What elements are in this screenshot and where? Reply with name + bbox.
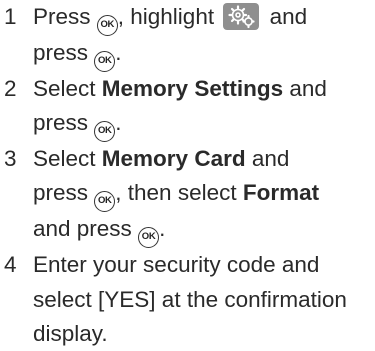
settings-gear-icon <box>223 3 260 30</box>
step-line: Press OK, highlight and <box>33 0 375 36</box>
step-text: Select <box>33 146 102 172</box>
step-text: and <box>283 76 327 101</box>
step-text: and <box>245 146 290 172</box>
step-line: press OK, then select Format <box>33 176 375 213</box>
step-text: , highlight <box>117 4 221 29</box>
step-text: press <box>33 110 95 136</box>
menu-item-name: Memory Card <box>101 146 246 172</box>
step-text: press <box>33 40 95 65</box>
step-text: press <box>33 180 95 206</box>
menu-item-name: Memory Settings <box>101 76 284 101</box>
step-line: and press OK. <box>33 212 375 249</box>
ok-button-icon: OK <box>94 121 116 143</box>
step-1: 1 Press OK, highlight and press OK . <box>0 0 375 72</box>
step-line: Select Memory Card and <box>33 142 375 176</box>
step-number: 2 <box>4 76 17 101</box>
step-text: . <box>115 40 122 65</box>
instruction-list: 1 Press OK, highlight and press OK . 2 S… <box>0 0 375 351</box>
ok-button-icon: OK <box>94 191 116 213</box>
step-2: 2 Select Memory Settings and press OK. <box>0 72 375 143</box>
step-3: 3 Select Memory Card and press OK, then … <box>0 142 375 249</box>
step-text: , then select <box>115 180 243 206</box>
ok-button-icon: OK <box>96 15 118 36</box>
step-number: 4 <box>4 252 17 278</box>
menu-item-name: Format <box>242 180 320 206</box>
step-line: display. <box>33 320 108 346</box>
step-text: . <box>115 110 122 136</box>
step-line: press OK. <box>33 36 375 72</box>
step-number: 1 <box>4 4 17 29</box>
step-text: and press <box>33 216 139 242</box>
ok-button-icon: OK <box>94 51 116 72</box>
step-text: . <box>159 216 166 242</box>
step-line: Enter your security code and <box>33 252 320 278</box>
step-text: Select <box>33 76 102 101</box>
step-text: Press <box>33 4 97 29</box>
step-text: and <box>263 4 308 29</box>
step-line: Select Memory Settings and <box>33 72 375 106</box>
step-number: 3 <box>4 146 17 172</box>
step-line: select [YES] at the confirmation <box>33 286 347 312</box>
ok-button-icon: OK <box>138 227 160 249</box>
step-4: 4 Enter your security code and select [Y… <box>0 248 375 351</box>
step-line: press OK. <box>33 106 375 143</box>
